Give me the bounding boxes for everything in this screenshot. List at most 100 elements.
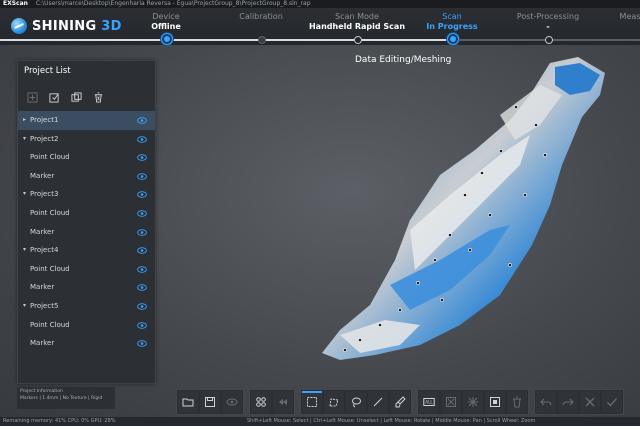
visibility-eye-icon[interactable] bbox=[137, 284, 147, 292]
tree-item-label: Point Cloud bbox=[30, 153, 70, 162]
visibility-eye-icon[interactable] bbox=[137, 266, 147, 273]
import-button[interactable] bbox=[47, 90, 61, 104]
close-icon bbox=[585, 397, 595, 407]
tree-project-item[interactable]: ▾ Project4 bbox=[18, 241, 155, 260]
confirm-button[interactable] bbox=[602, 391, 622, 413]
invert-icon bbox=[468, 397, 478, 407]
delete-button[interactable] bbox=[91, 90, 105, 104]
cancel-button[interactable] bbox=[580, 391, 600, 413]
visibility-eye-icon[interactable] bbox=[137, 154, 147, 161]
rewind-icon bbox=[279, 399, 287, 405]
rect-select-button[interactable] bbox=[302, 391, 322, 413]
view-button[interactable] bbox=[222, 391, 242, 413]
mouse-hints: Shift+Left Mouse: Select | Ctrl+Left Mou… bbox=[247, 418, 536, 424]
tree-child-item[interactable]: Point Cloud bbox=[18, 148, 155, 167]
file-tool-group bbox=[176, 389, 244, 415]
tree-item-label: Marker bbox=[30, 283, 55, 292]
new-project-button[interactable] bbox=[25, 90, 39, 104]
tree-project-item[interactable]: ▾ Project2 bbox=[18, 130, 155, 149]
tree-child-item[interactable]: Point Cloud bbox=[18, 260, 155, 279]
history-tool-group bbox=[534, 389, 624, 415]
folder-icon bbox=[182, 398, 194, 407]
tree-item-label: Project1 bbox=[30, 116, 59, 124]
visibility-eye-icon[interactable] bbox=[137, 247, 147, 254]
tree-project-item[interactable]: ▾ Project5 bbox=[18, 297, 155, 316]
tree-child-item[interactable]: Marker bbox=[18, 334, 155, 353]
chevron-down-icon[interactable]: ▾ bbox=[23, 241, 26, 260]
step-node-calibration[interactable] bbox=[258, 36, 266, 44]
brand-logo: SHINING 3D bbox=[11, 15, 122, 37]
rewind-button[interactable] bbox=[273, 391, 293, 413]
bottom-toolbar: ALL bbox=[176, 389, 624, 415]
chevron-down-icon[interactable]: ▾ bbox=[23, 185, 26, 204]
visibility-eye-icon[interactable] bbox=[137, 321, 147, 329]
delete-icon bbox=[94, 91, 102, 103]
logo-text: SHINING 3D bbox=[32, 18, 122, 34]
line-icon bbox=[373, 397, 383, 407]
scan-point-cloud-view[interactable] bbox=[300, 55, 640, 375]
step-scan-mode[interactable]: Scan Mode Handheld Rapid Scan bbox=[309, 12, 405, 32]
tree-project-item[interactable]: ▸ Project1 bbox=[18, 111, 155, 130]
polygon-select-button[interactable] bbox=[324, 391, 344, 413]
rect-select-icon bbox=[307, 397, 317, 407]
delete-selection-button[interactable] bbox=[507, 391, 527, 413]
undo-icon bbox=[540, 398, 552, 406]
duplicate-button[interactable] bbox=[69, 90, 83, 104]
step-node-post-processing[interactable] bbox=[545, 36, 553, 44]
markers-icon bbox=[256, 397, 266, 407]
step-calibration[interactable]: Calibration bbox=[239, 12, 283, 22]
markers-button[interactable] bbox=[251, 391, 271, 413]
app-name: EXScan bbox=[3, 0, 28, 7]
step-post-processing[interactable]: Post-Processing - bbox=[517, 12, 579, 32]
step-scan[interactable]: Scan In Progress bbox=[426, 12, 477, 32]
tree-item-label: Project5 bbox=[30, 301, 59, 310]
project-path: C:\Users\marce\Desktop\Engenharia Revers… bbox=[35, 0, 311, 7]
info-title: Project Information bbox=[20, 389, 63, 394]
visibility-eye-icon[interactable] bbox=[137, 210, 147, 217]
tree-item-label: Marker bbox=[30, 171, 55, 180]
open-button[interactable] bbox=[178, 391, 198, 413]
visibility-eye-icon[interactable] bbox=[137, 191, 147, 199]
tree-item-label: Project3 bbox=[30, 190, 59, 199]
step-measure[interactable]: Meas bbox=[620, 12, 640, 22]
brush-select-button[interactable] bbox=[390, 391, 410, 413]
visibility-eye-icon[interactable] bbox=[137, 173, 147, 180]
duplicate-icon bbox=[70, 91, 82, 102]
workflow-progress-done bbox=[0, 39, 454, 41]
import-icon bbox=[48, 92, 59, 103]
crop-button[interactable] bbox=[485, 391, 505, 413]
step-device[interactable]: Device Offline bbox=[151, 12, 181, 32]
chevron-down-icon[interactable]: ▾ bbox=[23, 130, 26, 149]
visibility-eye-icon[interactable] bbox=[137, 228, 147, 236]
tree-project-item[interactable]: ▾ Project3 bbox=[18, 185, 155, 204]
visibility-eye-icon[interactable] bbox=[137, 117, 147, 124]
step-node-scan-mode[interactable] bbox=[354, 36, 362, 44]
visibility-eye-icon[interactable] bbox=[137, 135, 147, 143]
invert-selection-button[interactable] bbox=[463, 391, 483, 413]
info-details: Markers | 1.4mm | No Texture | Rigid bbox=[20, 396, 103, 401]
select-all-button[interactable]: ALL bbox=[419, 391, 439, 413]
tree-child-item[interactable]: Marker bbox=[18, 278, 155, 297]
save-button[interactable] bbox=[200, 391, 220, 413]
tree-item-label: Marker bbox=[30, 227, 55, 236]
line-select-button[interactable] bbox=[368, 391, 388, 413]
lasso-select-button[interactable] bbox=[346, 391, 366, 413]
step-node-device[interactable] bbox=[161, 33, 173, 45]
redo-button[interactable] bbox=[558, 391, 578, 413]
workflow-progress-track bbox=[0, 39, 640, 41]
undo-button[interactable] bbox=[536, 391, 556, 413]
select-all-icon: ALL bbox=[423, 398, 435, 406]
deselect-button[interactable] bbox=[441, 391, 461, 413]
tree-child-item[interactable]: Marker bbox=[18, 167, 155, 186]
visibility-eye-icon[interactable] bbox=[137, 340, 147, 347]
chevron-down-icon[interactable]: ▾ bbox=[23, 297, 26, 316]
tree-child-item[interactable]: Point Cloud bbox=[18, 204, 155, 223]
chevron-right-icon[interactable]: ▸ bbox=[23, 111, 26, 130]
tree-child-item[interactable]: Point Cloud bbox=[18, 316, 155, 335]
save-icon bbox=[205, 397, 215, 407]
step-node-scan[interactable] bbox=[447, 33, 459, 45]
brush-icon bbox=[395, 396, 406, 408]
redo-icon bbox=[562, 398, 574, 406]
tree-child-item[interactable]: Marker bbox=[18, 223, 155, 242]
visibility-eye-icon[interactable] bbox=[137, 303, 147, 310]
